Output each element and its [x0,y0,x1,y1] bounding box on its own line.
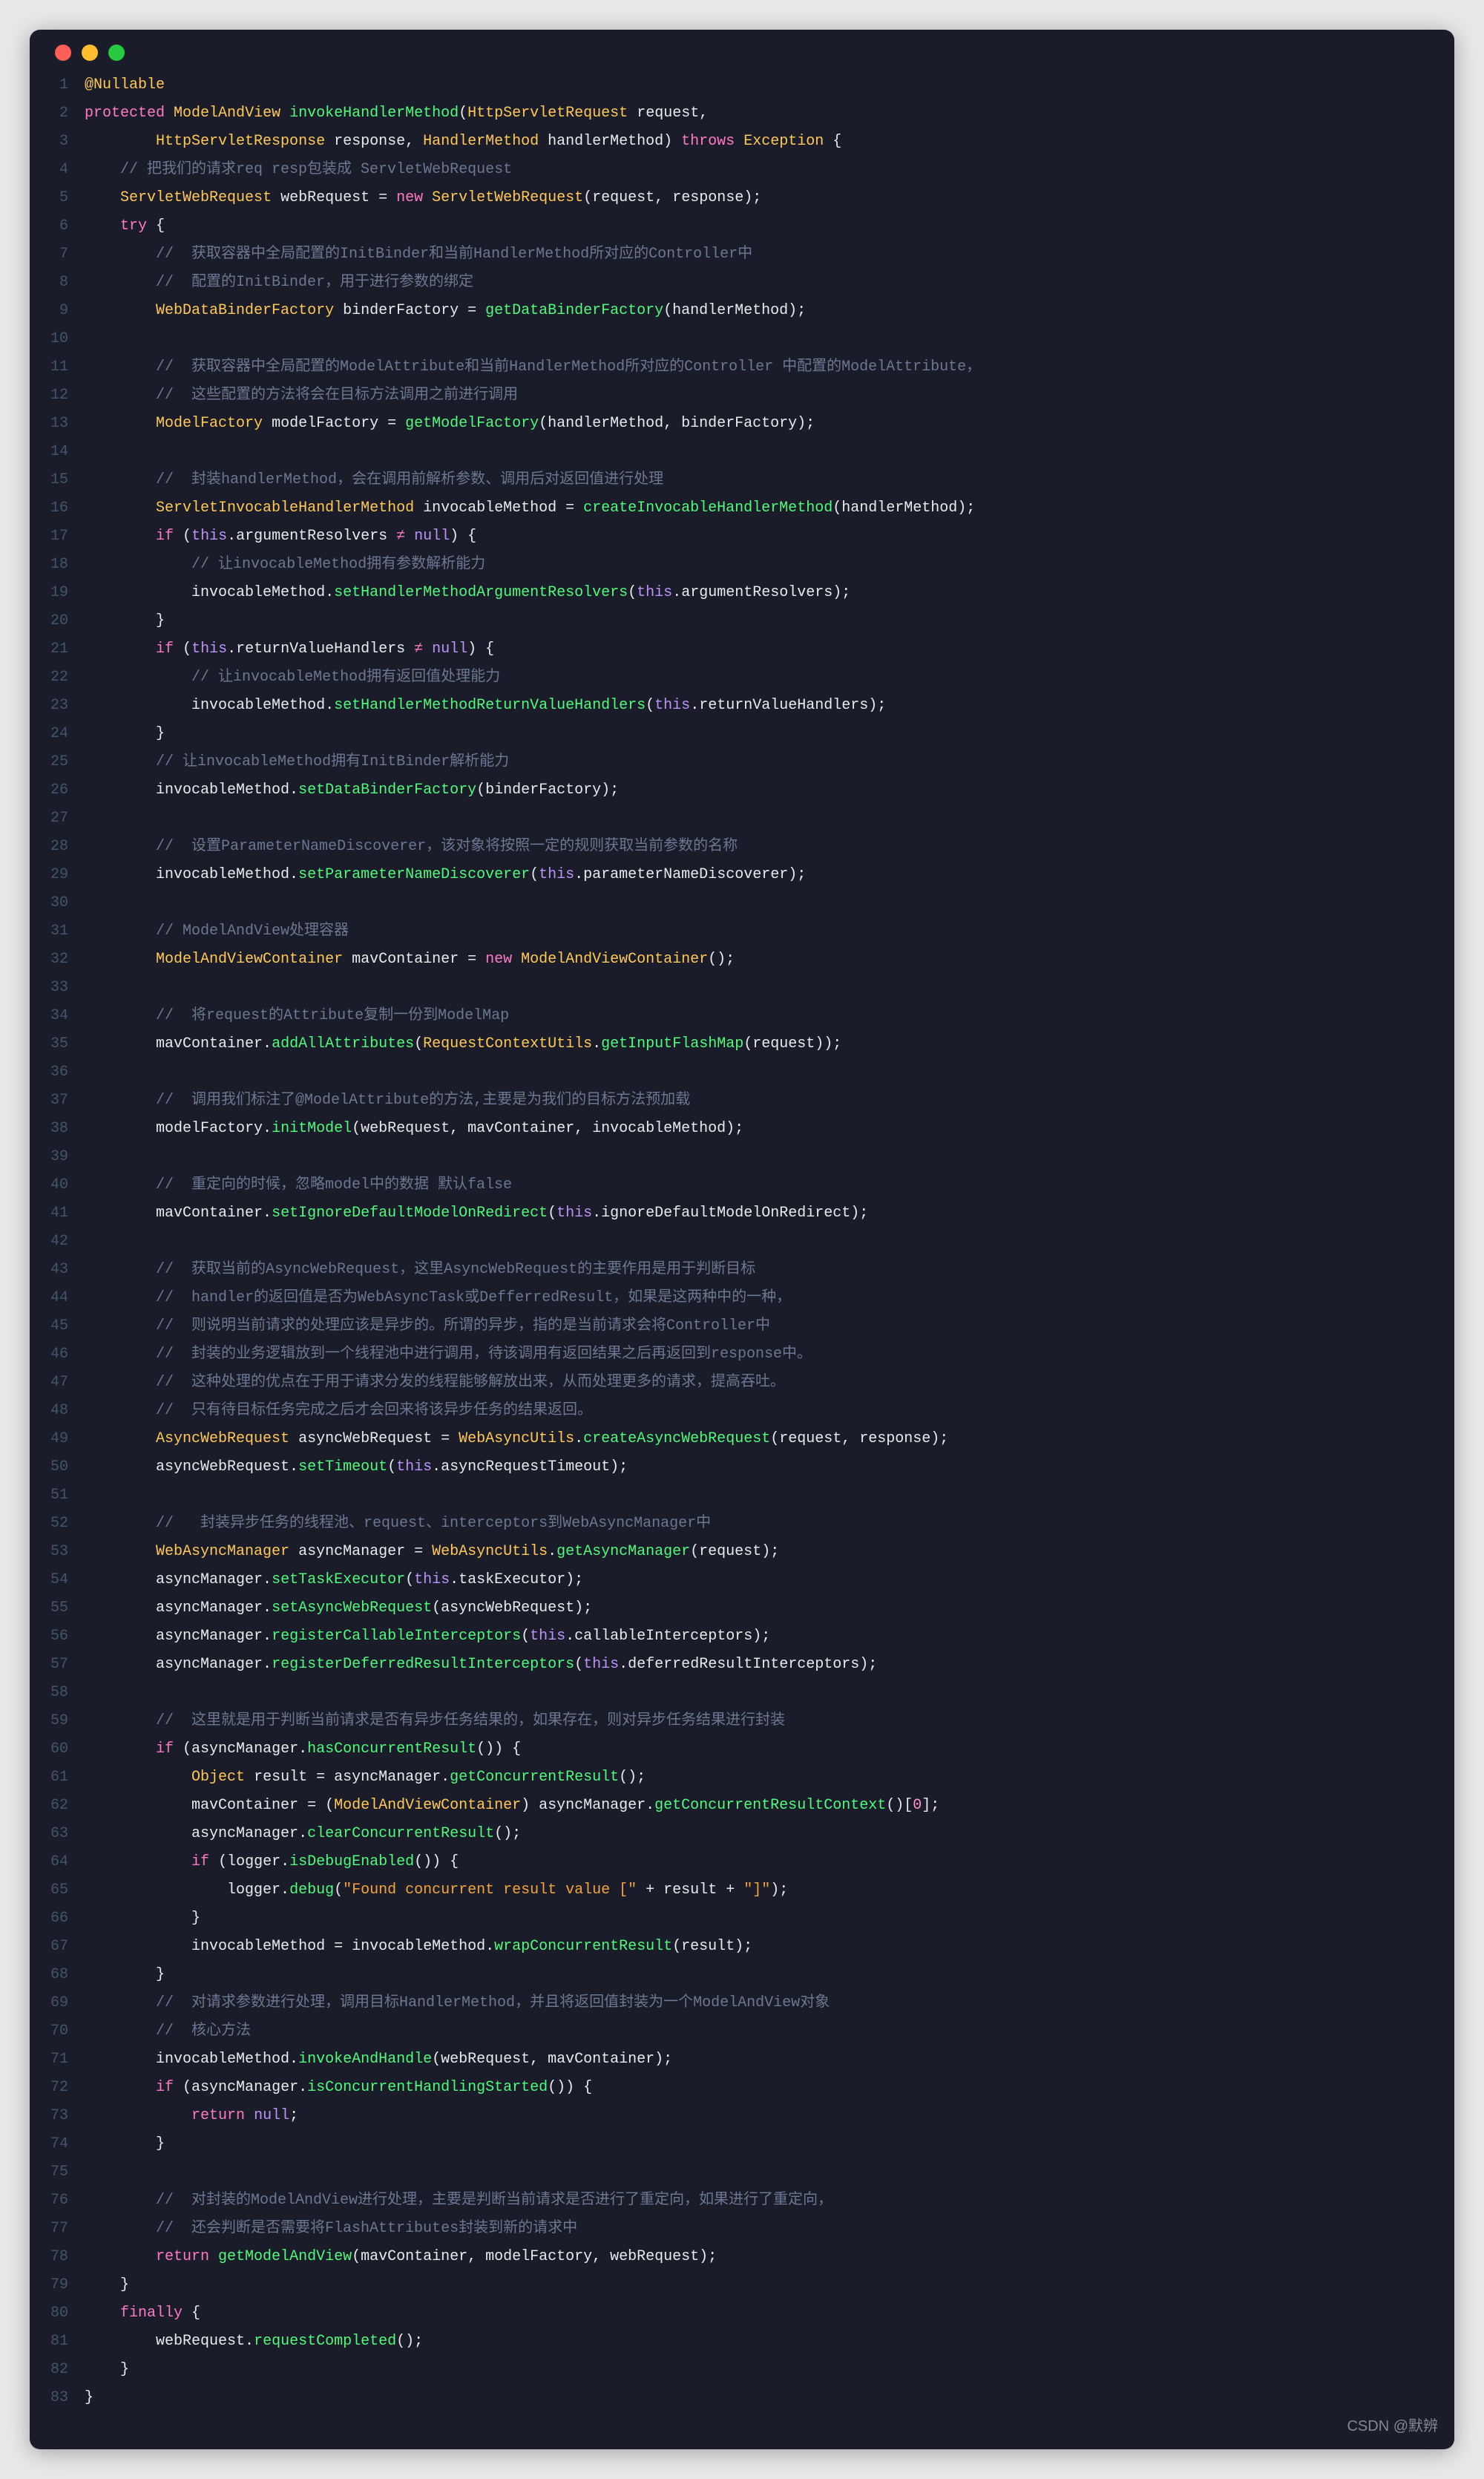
code-line: // 对请求参数进行处理，调用目标HandlerMethod，并且将返回值封装为… [85,1989,1434,2017]
code-line: invocableMethod.invokeAndHandle(webReque… [85,2046,1434,2074]
watermark: CSDN @默辨 [1347,2412,1438,2440]
code-line: invocableMethod.setHandlerMethodArgument… [85,579,1434,607]
code-line: } [85,2384,1434,2412]
code-line: mavContainer.addAllAttributes(RequestCon… [85,1030,1434,1058]
close-icon[interactable] [55,45,71,61]
code-line [85,889,1434,917]
code-line: // 重定向的时候，忽略model中的数据 默认false [85,1171,1434,1199]
code-line: // 核心方法 [85,2017,1434,2046]
code-line: ModelFactory modelFactory = getModelFact… [85,410,1434,438]
minimize-icon[interactable] [82,45,98,61]
code-line: ModelAndViewContainer mavContainer = new… [85,946,1434,974]
code-line: if (this.returnValueHandlers ≠ null) { [85,635,1434,664]
code-line: // 让invocableMethod拥有参数解析能力 [85,551,1434,579]
code-line: // 获取容器中全局配置的ModelAttribute和当前HandlerMet… [85,353,1434,381]
code-line: asyncManager.clearConcurrentResult(); [85,1820,1434,1848]
code-area: 1 2 3 4 5 6 7 8 9 10 11 12 13 14 15 16 1… [50,71,1434,2412]
code-line: // 把我们的请求req resp包装成 ServletWebRequest [85,156,1434,184]
code-line: } [85,2356,1434,2384]
code-line: ServletWebRequest webRequest = new Servl… [85,184,1434,212]
code-line: asyncWebRequest.setTimeout(this.asyncReq… [85,1453,1434,1481]
code-line: } [85,720,1434,748]
code-line [85,438,1434,466]
code-line: // 还会判断是否需要将FlashAttributes封装到新的请求中 [85,2215,1434,2243]
code-line: // 配置的InitBinder，用于进行参数的绑定 [85,269,1434,297]
code-line: // 只有待目标任务完成之后才会回来将该异步任务的结果返回。 [85,1397,1434,1425]
code-line: } [85,2271,1434,2299]
code-line [85,805,1434,833]
code-line: ServletInvocableHandlerMethod invocableM… [85,494,1434,523]
code-line [85,1679,1434,1707]
code-line: } [85,1905,1434,1933]
code-line: webRequest.requestCompleted(); [85,2328,1434,2356]
code-line: finally { [85,2299,1434,2328]
code-line: // 这里就是用于判断当前请求是否有异步任务结果的，如果存在，则对异步任务结果进… [85,1707,1434,1735]
code-line: mavContainer.setIgnoreDefaultModelOnRedi… [85,1199,1434,1228]
code-line: // 获取当前的AsyncWebRequest，这里AsyncWebReques… [85,1256,1434,1284]
code-line [85,2158,1434,2187]
code-line: WebAsyncManager asyncManager = WebAsyncU… [85,1538,1434,1566]
code-line: invocableMethod.setParameterNameDiscover… [85,861,1434,889]
code-line: if (asyncManager.hasConcurrentResult()) … [85,1735,1434,1764]
code-line: // 这些配置的方法将会在目标方法调用之前进行调用 [85,381,1434,410]
code-line: if (this.argumentResolvers ≠ null) { [85,523,1434,551]
code-line: HttpServletResponse response, HandlerMet… [85,128,1434,156]
code-window: 1 2 3 4 5 6 7 8 9 10 11 12 13 14 15 16 1… [30,30,1454,2449]
code-line [85,1481,1434,1510]
code-line: // 则说明当前请求的处理应该是异步的。所谓的异步，指的是当前请求会将Contr… [85,1312,1434,1340]
code-line: invocableMethod = invocableMethod.wrapCo… [85,1933,1434,1961]
code-line: asyncManager.registerCallableInterceptor… [85,1622,1434,1651]
maximize-icon[interactable] [108,45,125,61]
code-line: // 让invocableMethod拥有InitBinder解析能力 [85,748,1434,776]
code-line: // ModelAndView处理容器 [85,917,1434,946]
code-line: AsyncWebRequest asyncWebRequest = WebAsy… [85,1425,1434,1453]
code-line: try { [85,212,1434,240]
code-line: // 让invocableMethod拥有返回值处理能力 [85,664,1434,692]
code-line: invocableMethod.setHandlerMethodReturnVa… [85,692,1434,720]
source-code: @Nullableprotected ModelAndView invokeHa… [85,71,1434,2412]
code-line: asyncManager.setTaskExecutor(this.taskEx… [85,1566,1434,1594]
code-line: asyncManager.registerDeferredResultInter… [85,1651,1434,1679]
code-line: // 封装的业务逻辑放到一个线程池中进行调用，待该调用有返回结果之后再返回到re… [85,1340,1434,1369]
code-line: WebDataBinderFactory binderFactory = get… [85,297,1434,325]
code-line: return getModelAndView(mavContainer, mod… [85,2243,1434,2271]
code-line: } [85,607,1434,635]
line-gutter: 1 2 3 4 5 6 7 8 9 10 11 12 13 14 15 16 1… [50,71,85,2412]
code-line: return null; [85,2102,1434,2130]
code-line: if (logger.isDebugEnabled()) { [85,1848,1434,1876]
code-line [85,325,1434,353]
code-line: Object result = asyncManager.getConcurre… [85,1764,1434,1792]
window-dots [55,45,1434,61]
code-line: modelFactory.initModel(webRequest, mavCo… [85,1115,1434,1143]
code-line: // 这种处理的优点在于用于请求分发的线程能够解放出来，从而处理更多的请求，提高… [85,1369,1434,1397]
code-line [85,1228,1434,1256]
code-line: // 设置ParameterNameDiscoverer，该对象将按照一定的规则… [85,833,1434,861]
code-line: // 获取容器中全局配置的InitBinder和当前HandlerMethod所… [85,240,1434,269]
code-line: // 对封装的ModelAndView进行处理，主要是判断当前请求是否进行了重定… [85,2187,1434,2215]
code-line: // 将request的Attribute复制一份到ModelMap [85,1002,1434,1030]
code-line: } [85,2130,1434,2158]
code-line: } [85,1961,1434,1989]
code-line: @Nullable [85,71,1434,99]
code-line: // 调用我们标注了@ModelAttribute的方法,主要是为我们的目标方法… [85,1087,1434,1115]
code-line: mavContainer = (ModelAndViewContainer) a… [85,1792,1434,1820]
code-line: logger.debug("Found concurrent result va… [85,1876,1434,1905]
code-line [85,1143,1434,1171]
code-line: // 封装异步任务的线程池、request、interceptors到WebAs… [85,1510,1434,1538]
code-line: // 封装handlerMethod，会在调用前解析参数、调用后对返回值进行处理 [85,466,1434,494]
code-line: asyncManager.setAsyncWebRequest(asyncWeb… [85,1594,1434,1622]
code-line: protected ModelAndView invokeHandlerMeth… [85,99,1434,128]
code-line: invocableMethod.setDataBinderFactory(bin… [85,776,1434,805]
code-line [85,974,1434,1002]
code-line: // handler的返回值是否为WebAsyncTask或DefferredR… [85,1284,1434,1312]
code-line: if (asyncManager.isConcurrentHandlingSta… [85,2074,1434,2102]
code-line [85,1058,1434,1087]
